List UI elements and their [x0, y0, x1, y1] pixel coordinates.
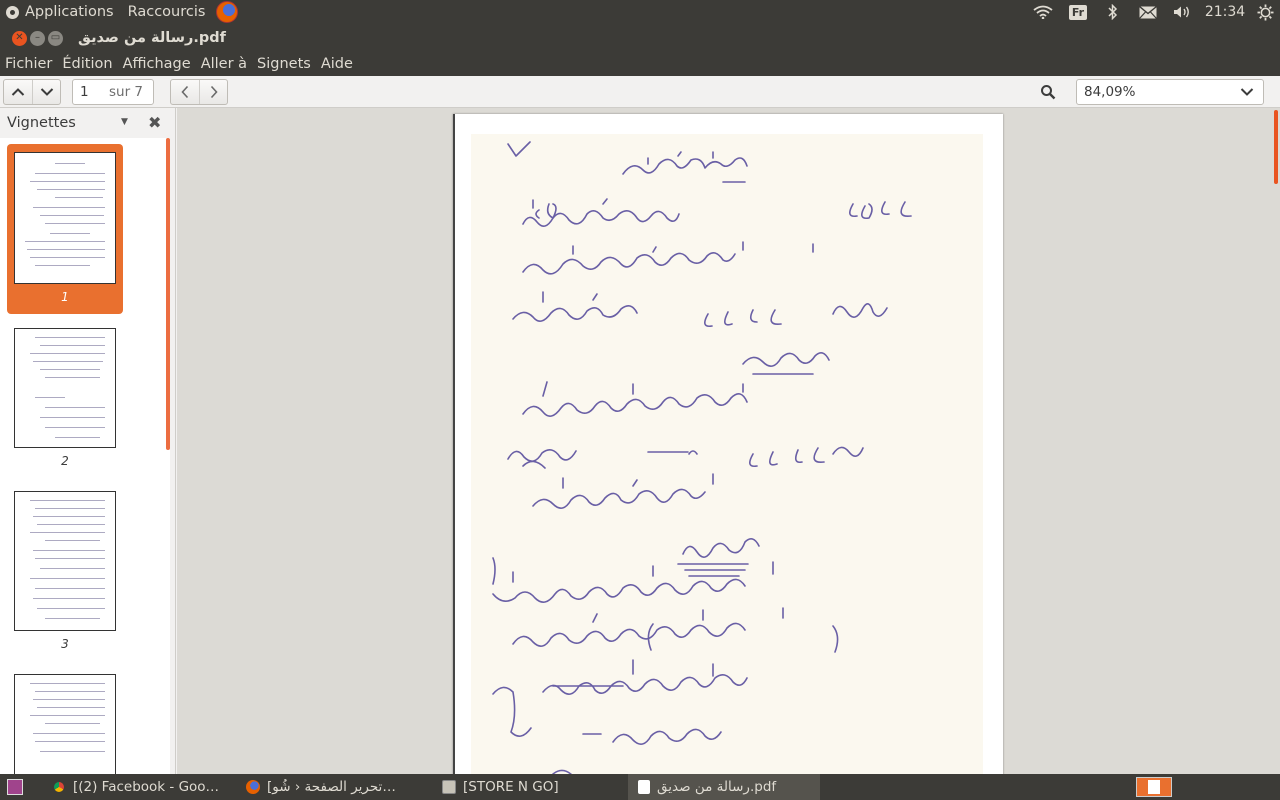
document-icon [638, 780, 650, 794]
thumbnail-label: 2 [61, 454, 69, 468]
menu-aide[interactable]: Aide [316, 56, 358, 72]
thumbnail-image [14, 674, 116, 774]
search-icon [1041, 85, 1056, 100]
window-close-button[interactable]: ✕ [12, 30, 27, 46]
thumbnail-page-4[interactable]: 4 [7, 674, 123, 774]
menu-affichage[interactable]: Affichage [118, 56, 196, 72]
keyboard-layout-label: Fr [1068, 4, 1088, 20]
history-back-button[interactable] [171, 80, 199, 104]
firefox-icon [246, 780, 260, 794]
next-page-button[interactable] [32, 80, 60, 104]
thumbnail-image [14, 152, 116, 284]
sidebar-scrollbar[interactable] [166, 138, 170, 450]
find-button[interactable] [1034, 79, 1062, 105]
chrome-icon [52, 780, 66, 794]
page-selector: sur 7 [72, 79, 154, 105]
page-count-label: sur 7 [109, 84, 144, 100]
menu-fichier[interactable]: Fichier [0, 56, 57, 72]
chevron-down-icon [40, 88, 53, 96]
document-view[interactable] [177, 108, 1280, 774]
applications-label: Applications [25, 4, 114, 20]
previous-page-button[interactable] [4, 80, 32, 104]
window-minimize-button[interactable]: – [30, 30, 45, 46]
task-pdf-viewer[interactable]: رسالة من صديق.pdf [628, 774, 820, 800]
task-label: [(2) Facebook - Goo… [73, 779, 220, 795]
workspace-switcher[interactable] [1136, 777, 1172, 797]
history-forward-button[interactable] [199, 80, 227, 104]
thumbnail-image [14, 328, 116, 448]
page-nav-group [3, 79, 61, 105]
sidebar-close-button[interactable]: ✖ [148, 113, 161, 132]
task-store-n-go[interactable]: [STORE N GO] [436, 774, 616, 800]
taskbar: [(2) Facebook - Goo… [تحرير الصفحة ‹ شُو… [0, 774, 1280, 800]
page-number-input[interactable] [73, 81, 99, 103]
menu-bar: Fichier Édition Affichage Aller à Signet… [0, 52, 1280, 76]
window-maximize-button[interactable]: ▭ [48, 30, 63, 46]
thumbnail-page-2[interactable]: 2 [7, 328, 123, 488]
chevron-right-icon [210, 85, 218, 99]
chevron-up-icon [11, 88, 25, 96]
file-manager-icon [442, 780, 456, 794]
thumbnail-label: 3 [61, 637, 69, 651]
task-label: رسالة من صديق.pdf [657, 779, 777, 795]
show-desktop-button[interactable] [7, 779, 23, 795]
bluetooth-icon[interactable] [1096, 0, 1130, 24]
sidebar-dropdown-icon[interactable]: ▼ [121, 117, 128, 127]
mail-icon[interactable] [1130, 0, 1166, 24]
zoom-value: 84,09% [1084, 84, 1136, 100]
firefox-icon[interactable] [216, 1, 239, 23]
task-label: [STORE N GO] [463, 779, 559, 795]
window-title-bar: ✕ – ▭ رسالة من صديق.pdf [0, 24, 1280, 52]
volume-icon[interactable] [1166, 0, 1200, 24]
keyboard-layout-indicator[interactable]: Fr [1060, 0, 1096, 24]
thumbnail-list: 1 2 3 [0, 138, 170, 774]
history-nav-group [170, 79, 228, 105]
document-page [453, 114, 1003, 774]
applications-icon [6, 5, 19, 19]
document-scrollbar[interactable] [1274, 110, 1278, 184]
task-facebook-chrome[interactable]: [(2) Facebook - Goo… [44, 774, 234, 800]
window-title: رسالة من صديق.pdf [78, 30, 226, 46]
wifi-icon[interactable] [1026, 0, 1060, 24]
sidebar-title[interactable]: Vignettes [7, 115, 76, 131]
clock[interactable]: 21:34 [1200, 0, 1250, 24]
top-panel: Applications Raccourcis Fr 21:34 [0, 0, 1280, 24]
sidebar: Vignettes ▼ ✖ 1 2 3 [0, 108, 176, 774]
chevron-left-icon [181, 85, 189, 99]
applications-menu[interactable]: Applications [0, 0, 114, 24]
task-label: [تحرير الصفحة ‹ شُو… [267, 779, 396, 795]
shortcuts-menu[interactable]: Raccourcis [128, 0, 206, 24]
thumbnail-page-1[interactable]: 1 [7, 144, 123, 314]
sidebar-header: Vignettes ▼ ✖ [0, 108, 175, 138]
zoom-selector[interactable]: 84,09% [1076, 79, 1264, 105]
task-firefox-editor[interactable]: [تحرير الصفحة ‹ شُو… [240, 774, 430, 800]
menu-edition[interactable]: Édition [57, 56, 117, 72]
thumbnail-page-3[interactable]: 3 [7, 491, 123, 661]
chevron-down-icon [1240, 88, 1254, 96]
menu-aller-a[interactable]: Aller à [196, 56, 252, 72]
thumbnail-image [14, 491, 116, 631]
menu-signets[interactable]: Signets [252, 56, 316, 72]
toolbar: sur 7 84,09% [0, 76, 1280, 108]
power-icon[interactable] [1250, 0, 1280, 24]
thumbnail-label: 1 [61, 290, 69, 304]
